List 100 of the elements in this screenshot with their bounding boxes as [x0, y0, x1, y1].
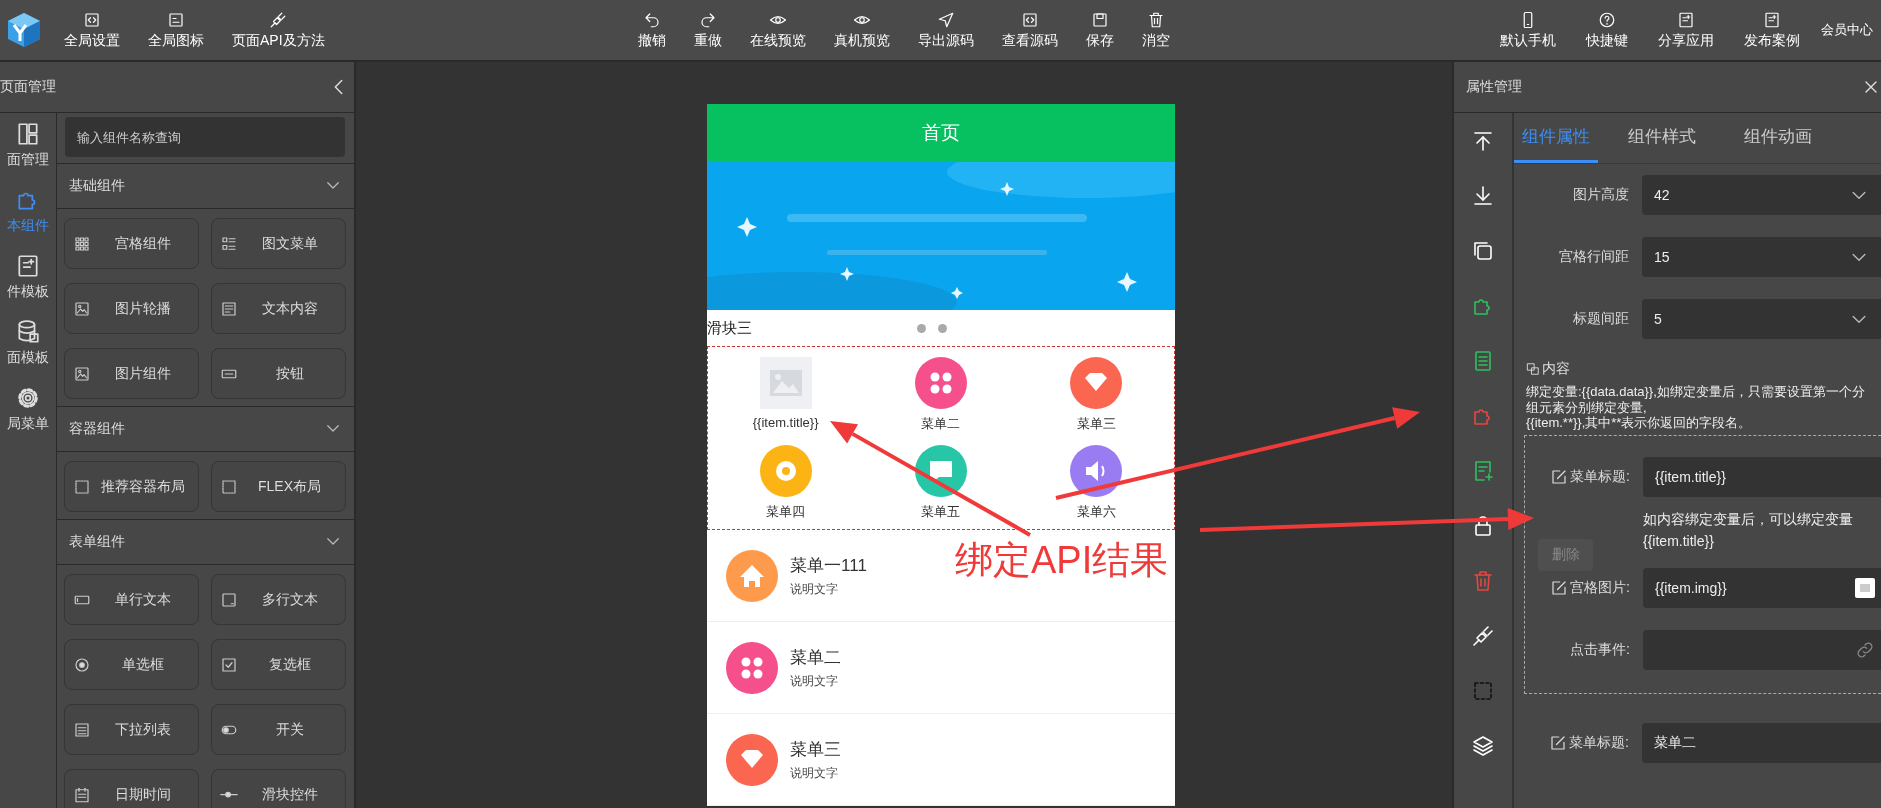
component-button[interactable]: FLEX布局 — [211, 461, 346, 512]
component-button[interactable]: 图片轮播 — [64, 283, 199, 334]
list-title: 菜单二 — [790, 646, 841, 669]
undo-icon — [643, 10, 661, 29]
field-label: 标题间距 — [1572, 310, 1630, 328]
toolbar-button[interactable]: 重做 — [680, 10, 736, 50]
component-button[interactable]: 宫格组件 — [64, 218, 199, 269]
list-title: 菜单三 — [790, 738, 841, 761]
component-button[interactable]: 推荐容器布局 — [64, 461, 199, 512]
component-button[interactable]: 单选框 — [64, 639, 199, 690]
toolbar-button[interactable]: 全局设置 — [50, 10, 134, 50]
toolbar-button[interactable]: 导出源码 — [904, 10, 988, 50]
image-plus-icon — [15, 253, 41, 279]
rail-item[interactable]: 面模板 — [7, 319, 49, 367]
slider-icon — [220, 790, 238, 799]
calendar-icon — [73, 785, 91, 804]
paper-plane-icon — [937, 10, 955, 29]
component-button[interactable]: 下拉列表 — [64, 704, 199, 755]
image-plus-icon — [1763, 10, 1781, 29]
section-title: 容器组件 — [69, 420, 125, 438]
menu-icon — [726, 733, 778, 786]
grid-label: 菜单六 — [1076, 503, 1116, 521]
component-button[interactable]: 图片组件 — [64, 348, 199, 399]
toolbar-button[interactable]: 全局图标 — [134, 10, 218, 50]
section-title: 基础组件 — [69, 177, 125, 195]
section-title: 内容 — [1542, 360, 1570, 378]
save-icon — [1091, 10, 1109, 29]
menu-icon — [915, 445, 967, 497]
toolbar-button[interactable]: 消空 — [1128, 10, 1184, 50]
component-button[interactable]: 单行文本 — [64, 574, 199, 625]
search-field[interactable]: 输入组件名称查询 — [65, 117, 345, 157]
grid-component[interactable]: {{item.title}} 菜单二 菜单三 菜单四 菜单五 菜单六 — [707, 346, 1175, 530]
toolbar-button[interactable]: 快捷键 — [1571, 10, 1643, 50]
component-button[interactable]: 多行文本 — [211, 574, 346, 625]
menu-icon — [759, 445, 812, 497]
copy-icon[interactable] — [1471, 239, 1495, 263]
rail-item[interactable]: 面管理 — [7, 121, 49, 169]
rail-item[interactable]: 件模板 — [7, 253, 49, 301]
toolbar-button[interactable]: 发布案例 — [1729, 10, 1815, 50]
card-icon — [167, 10, 185, 29]
input-field[interactable]: {{item.title}} — [1643, 456, 1881, 497]
toolbar-button[interactable]: 撤销 — [624, 10, 680, 50]
redo-icon — [699, 10, 717, 29]
grid-label: 菜单三 — [1076, 415, 1116, 433]
image-placeholder-icon — [759, 357, 812, 409]
input-field[interactable]: {{item.img}} — [1643, 567, 1881, 608]
tab[interactable]: 组件动画 — [1726, 113, 1830, 163]
select-field[interactable]: 42 — [1642, 175, 1881, 215]
toolbar-button[interactable]: 分享应用 — [1643, 10, 1729, 50]
field-label: 图片高度 — [1572, 186, 1630, 204]
toolbar-button[interactable]: 保存 — [1072, 10, 1128, 50]
grid-label: 菜单四 — [766, 503, 806, 521]
input-field[interactable] — [1643, 629, 1881, 670]
database-icon — [15, 319, 41, 345]
code-file-icon — [83, 10, 101, 29]
grid-label: 菜单五 — [921, 503, 961, 521]
overlap-squares-icon — [1526, 362, 1540, 376]
menu-icon — [1070, 357, 1123, 409]
component-button[interactable]: 按钮 — [211, 348, 346, 399]
edit-icon — [1550, 578, 1569, 597]
rail-item[interactable]: 局菜单 — [7, 385, 49, 433]
component-button[interactable]: 日期时间 — [64, 769, 199, 808]
member-center-link[interactable]: 会员中心 — [1815, 21, 1881, 39]
toolbar-button[interactable]: 查看源码 — [988, 10, 1072, 50]
component-button[interactable]: 滑块控件 — [211, 769, 346, 808]
cube-logo-icon[interactable] — [6, 11, 42, 49]
component-button[interactable]: 复选框 — [211, 639, 346, 690]
select-field[interactable]: 5 — [1642, 299, 1881, 339]
component-button[interactable]: 文本内容 — [211, 283, 346, 334]
input-field[interactable]: 菜单二 — [1642, 722, 1881, 763]
select-field[interactable]: 15 — [1642, 237, 1881, 277]
list-subtitle: 说明文字 — [790, 580, 839, 598]
field-label: 菜单标题: — [1525, 467, 1643, 486]
slide-dot[interactable] — [917, 324, 926, 333]
toolbar-button[interactable]: 页面API及方法 — [218, 10, 339, 50]
toolbar-button[interactable]: 真机预览 — [820, 10, 904, 50]
menu-icon — [1070, 445, 1123, 497]
image-picker-button[interactable] — [1855, 577, 1875, 598]
slide-dot[interactable] — [938, 324, 947, 333]
toolbar-button[interactable]: 默认手机 — [1485, 10, 1571, 50]
move-top-icon[interactable] — [1471, 129, 1495, 153]
panel-title: 属性管理 — [1466, 78, 1522, 96]
download-icon[interactable] — [1471, 184, 1495, 208]
plug-icon — [269, 10, 288, 29]
component-button[interactable]: 开关 — [211, 704, 346, 755]
link-icon[interactable] — [1855, 639, 1875, 660]
menu-icon — [726, 549, 778, 602]
settings-icon — [15, 385, 41, 411]
dotted-square-icon — [73, 477, 91, 496]
image-icon — [73, 364, 91, 383]
layers-icon[interactable] — [1471, 734, 1495, 758]
trash-icon — [1147, 10, 1165, 29]
tab[interactable]: 组件样式 — [1610, 113, 1714, 163]
field-label: 宫格行间距 — [1558, 248, 1630, 266]
component-button[interactable]: 图文菜单 — [211, 218, 346, 269]
checkbox-icon — [220, 655, 238, 674]
toolbar-button[interactable]: 在线预览 — [736, 10, 820, 50]
plug-icon[interactable] — [1471, 624, 1495, 648]
help-icon — [1598, 10, 1616, 29]
binding-note: 绑定变量:{{data.data}},如绑定变量后，只需要设置第一个分组元素分别绑定变量, {{item.**}},其中**表示你返回的字段名。 — [1525, 383, 1866, 431]
